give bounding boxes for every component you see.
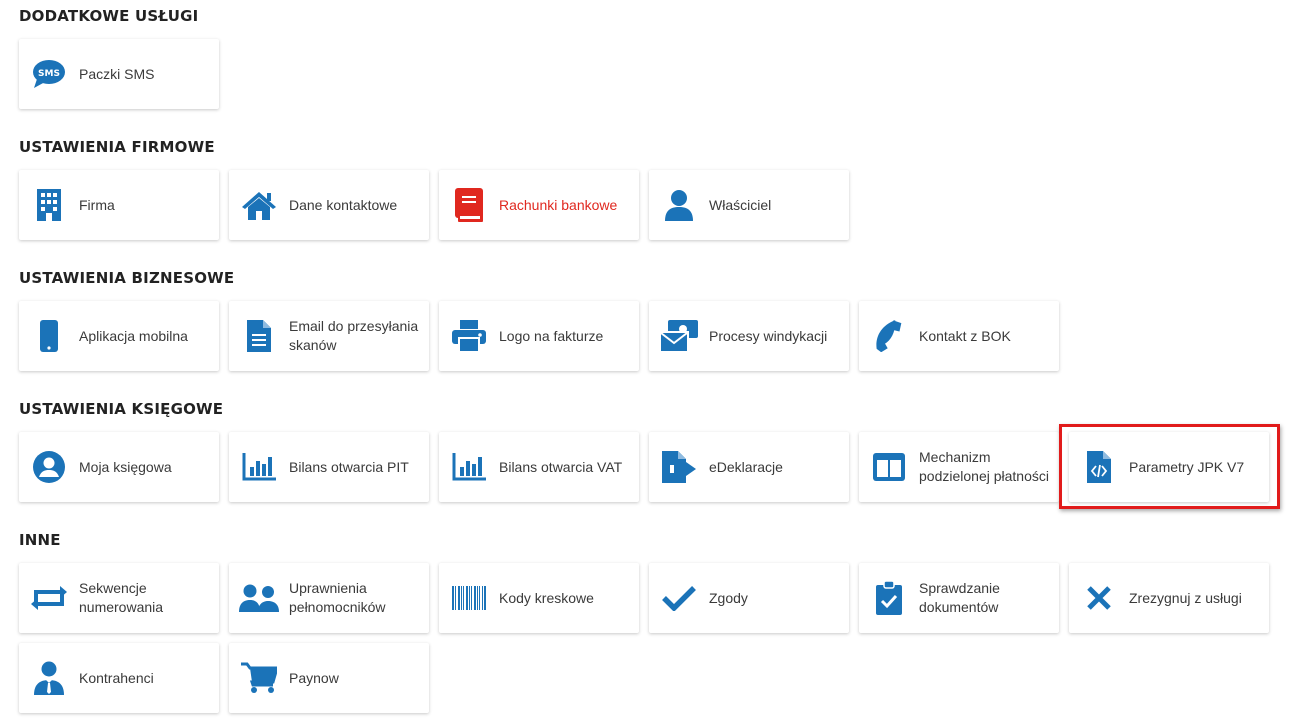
tile-bilans-otwarcia-pit[interactable]: Bilans otwarcia PIT <box>229 432 429 502</box>
tile-label: Uprawnienia pełnomocników <box>289 580 386 615</box>
tile-wlasciciel[interactable]: Właściciel <box>649 170 849 240</box>
section-title-dodatkowe-uslugi: DODATKOWE USŁUGI <box>19 7 199 25</box>
tile-label: Sprawdzanie dokumentów <box>919 580 1000 615</box>
printer-icon <box>439 301 499 371</box>
sms-bubble-icon: SMS <box>19 39 79 109</box>
swap-arrows-icon <box>19 563 79 633</box>
phone-icon <box>859 301 919 371</box>
bar-chart-icon <box>229 432 289 502</box>
tile-label: Logo na fakturze <box>499 327 604 344</box>
tile-moja-ksiegowa[interactable]: Moja księgowa <box>19 432 219 502</box>
shopping-cart-icon <box>229 643 289 713</box>
tile-zgody[interactable]: Zgody <box>649 563 849 633</box>
tile-label: eDeklaracje <box>709 458 783 475</box>
tile-logo-na-fakturze[interactable]: Logo na fakturze <box>439 301 639 371</box>
section-title-inne: INNE <box>19 531 61 549</box>
tile-parametry-jpk-v7[interactable]: Parametry JPK V7 <box>1069 432 1269 502</box>
tile-firma[interactable]: Firma <box>19 170 219 240</box>
document-icon <box>229 301 289 371</box>
tile-label: Zrezygnuj z usługi <box>1129 589 1242 606</box>
tile-label: Aplikacja mobilna <box>79 327 188 344</box>
building-icon <box>19 170 79 240</box>
tile-label: Zgody <box>709 589 748 606</box>
tile-kontrahenci[interactable]: Kontrahenci <box>19 643 219 713</box>
mobile-phone-icon <box>19 301 79 371</box>
tile-mechanizm-podzielonej-platnosci[interactable]: Mechanizm podzielonej płatności <box>859 432 1059 502</box>
account-circle-icon <box>19 432 79 502</box>
code-file-icon <box>1069 432 1129 502</box>
tile-rachunki-bankowe[interactable]: Rachunki bankowe <box>439 170 639 240</box>
tile-label: Moja księgowa <box>79 458 172 475</box>
tile-label: Kontakt z BOK <box>919 327 1011 344</box>
section-title-ustawienia-ksiegowe: USTAWIENIA KSIĘGOWE <box>19 400 224 418</box>
tile-uprawnienia-pelnomocnikow[interactable]: Uprawnienia pełnomocników <box>229 563 429 633</box>
barcode-icon <box>439 563 499 633</box>
tile-label: Rachunki bankowe <box>499 196 618 213</box>
business-person-icon <box>19 643 79 713</box>
tile-kody-kreskowe[interactable]: Kody kreskowe <box>439 563 639 633</box>
bar-chart-icon <box>439 432 499 502</box>
money-envelope-icon <box>649 301 709 371</box>
tile-kontakt-z-bok[interactable]: Kontakt z BOK <box>859 301 1059 371</box>
tile-label: Mechanizm podzielonej płatności <box>919 449 1049 484</box>
clipboard-check-icon <box>859 563 919 633</box>
users-icon <box>229 563 289 633</box>
tile-paczki-sms[interactable]: SMS Paczki SMS <box>19 39 219 109</box>
tile-label: Sekwencje numerowania <box>79 580 164 615</box>
split-columns-icon <box>859 432 919 502</box>
tile-label: Paczki SMS <box>79 65 155 82</box>
file-export-icon <box>649 432 709 502</box>
tile-label: Kontrahenci <box>79 669 154 686</box>
tile-bilans-otwarcia-vat[interactable]: Bilans otwarcia VAT <box>439 432 639 502</box>
tile-dane-kontaktowe[interactable]: Dane kontaktowe <box>229 170 429 240</box>
tile-label: Bilans otwarcia PIT <box>289 458 409 475</box>
section-title-ustawienia-biznesowe: USTAWIENIA BIZNESOWE <box>19 269 235 287</box>
tile-label: Parametry JPK V7 <box>1129 458 1245 475</box>
tile-sprawdzanie-dokumentow[interactable]: Sprawdzanie dokumentów <box>859 563 1059 633</box>
bank-book-icon <box>439 170 499 240</box>
tile-label: Procesy windykacji <box>709 327 828 344</box>
tile-edeklaracje[interactable]: eDeklaracje <box>649 432 849 502</box>
home-icon <box>229 170 289 240</box>
tile-procesy-windykacji[interactable]: Procesy windykacji <box>649 301 849 371</box>
tile-label: Firma <box>79 196 115 213</box>
tile-paynow[interactable]: Paynow <box>229 643 429 713</box>
tile-label: Właściciel <box>709 196 772 213</box>
tile-aplikacja-mobilna[interactable]: Aplikacja mobilna <box>19 301 219 371</box>
tile-zrezygnuj-z-uslugi[interactable]: Zrezygnuj z usługi <box>1069 563 1269 633</box>
tile-label: Dane kontaktowe <box>289 196 398 213</box>
tile-sekwencje-numerowania[interactable]: Sekwencje numerowania <box>19 563 219 633</box>
tile-label: Kody kreskowe <box>499 589 594 606</box>
section-title-ustawienia-firmowe: USTAWIENIA FIRMOWE <box>19 138 215 156</box>
user-icon <box>649 170 709 240</box>
close-icon <box>1069 563 1129 633</box>
tile-label: Email do przesyłania skanów <box>289 318 419 353</box>
tile-label: Bilans otwarcia VAT <box>499 458 623 475</box>
tile-label: Paynow <box>289 669 339 686</box>
svg-text:SMS: SMS <box>38 69 60 79</box>
check-icon <box>649 563 709 633</box>
tile-email-skany[interactable]: Email do przesyłania skanów <box>229 301 429 371</box>
